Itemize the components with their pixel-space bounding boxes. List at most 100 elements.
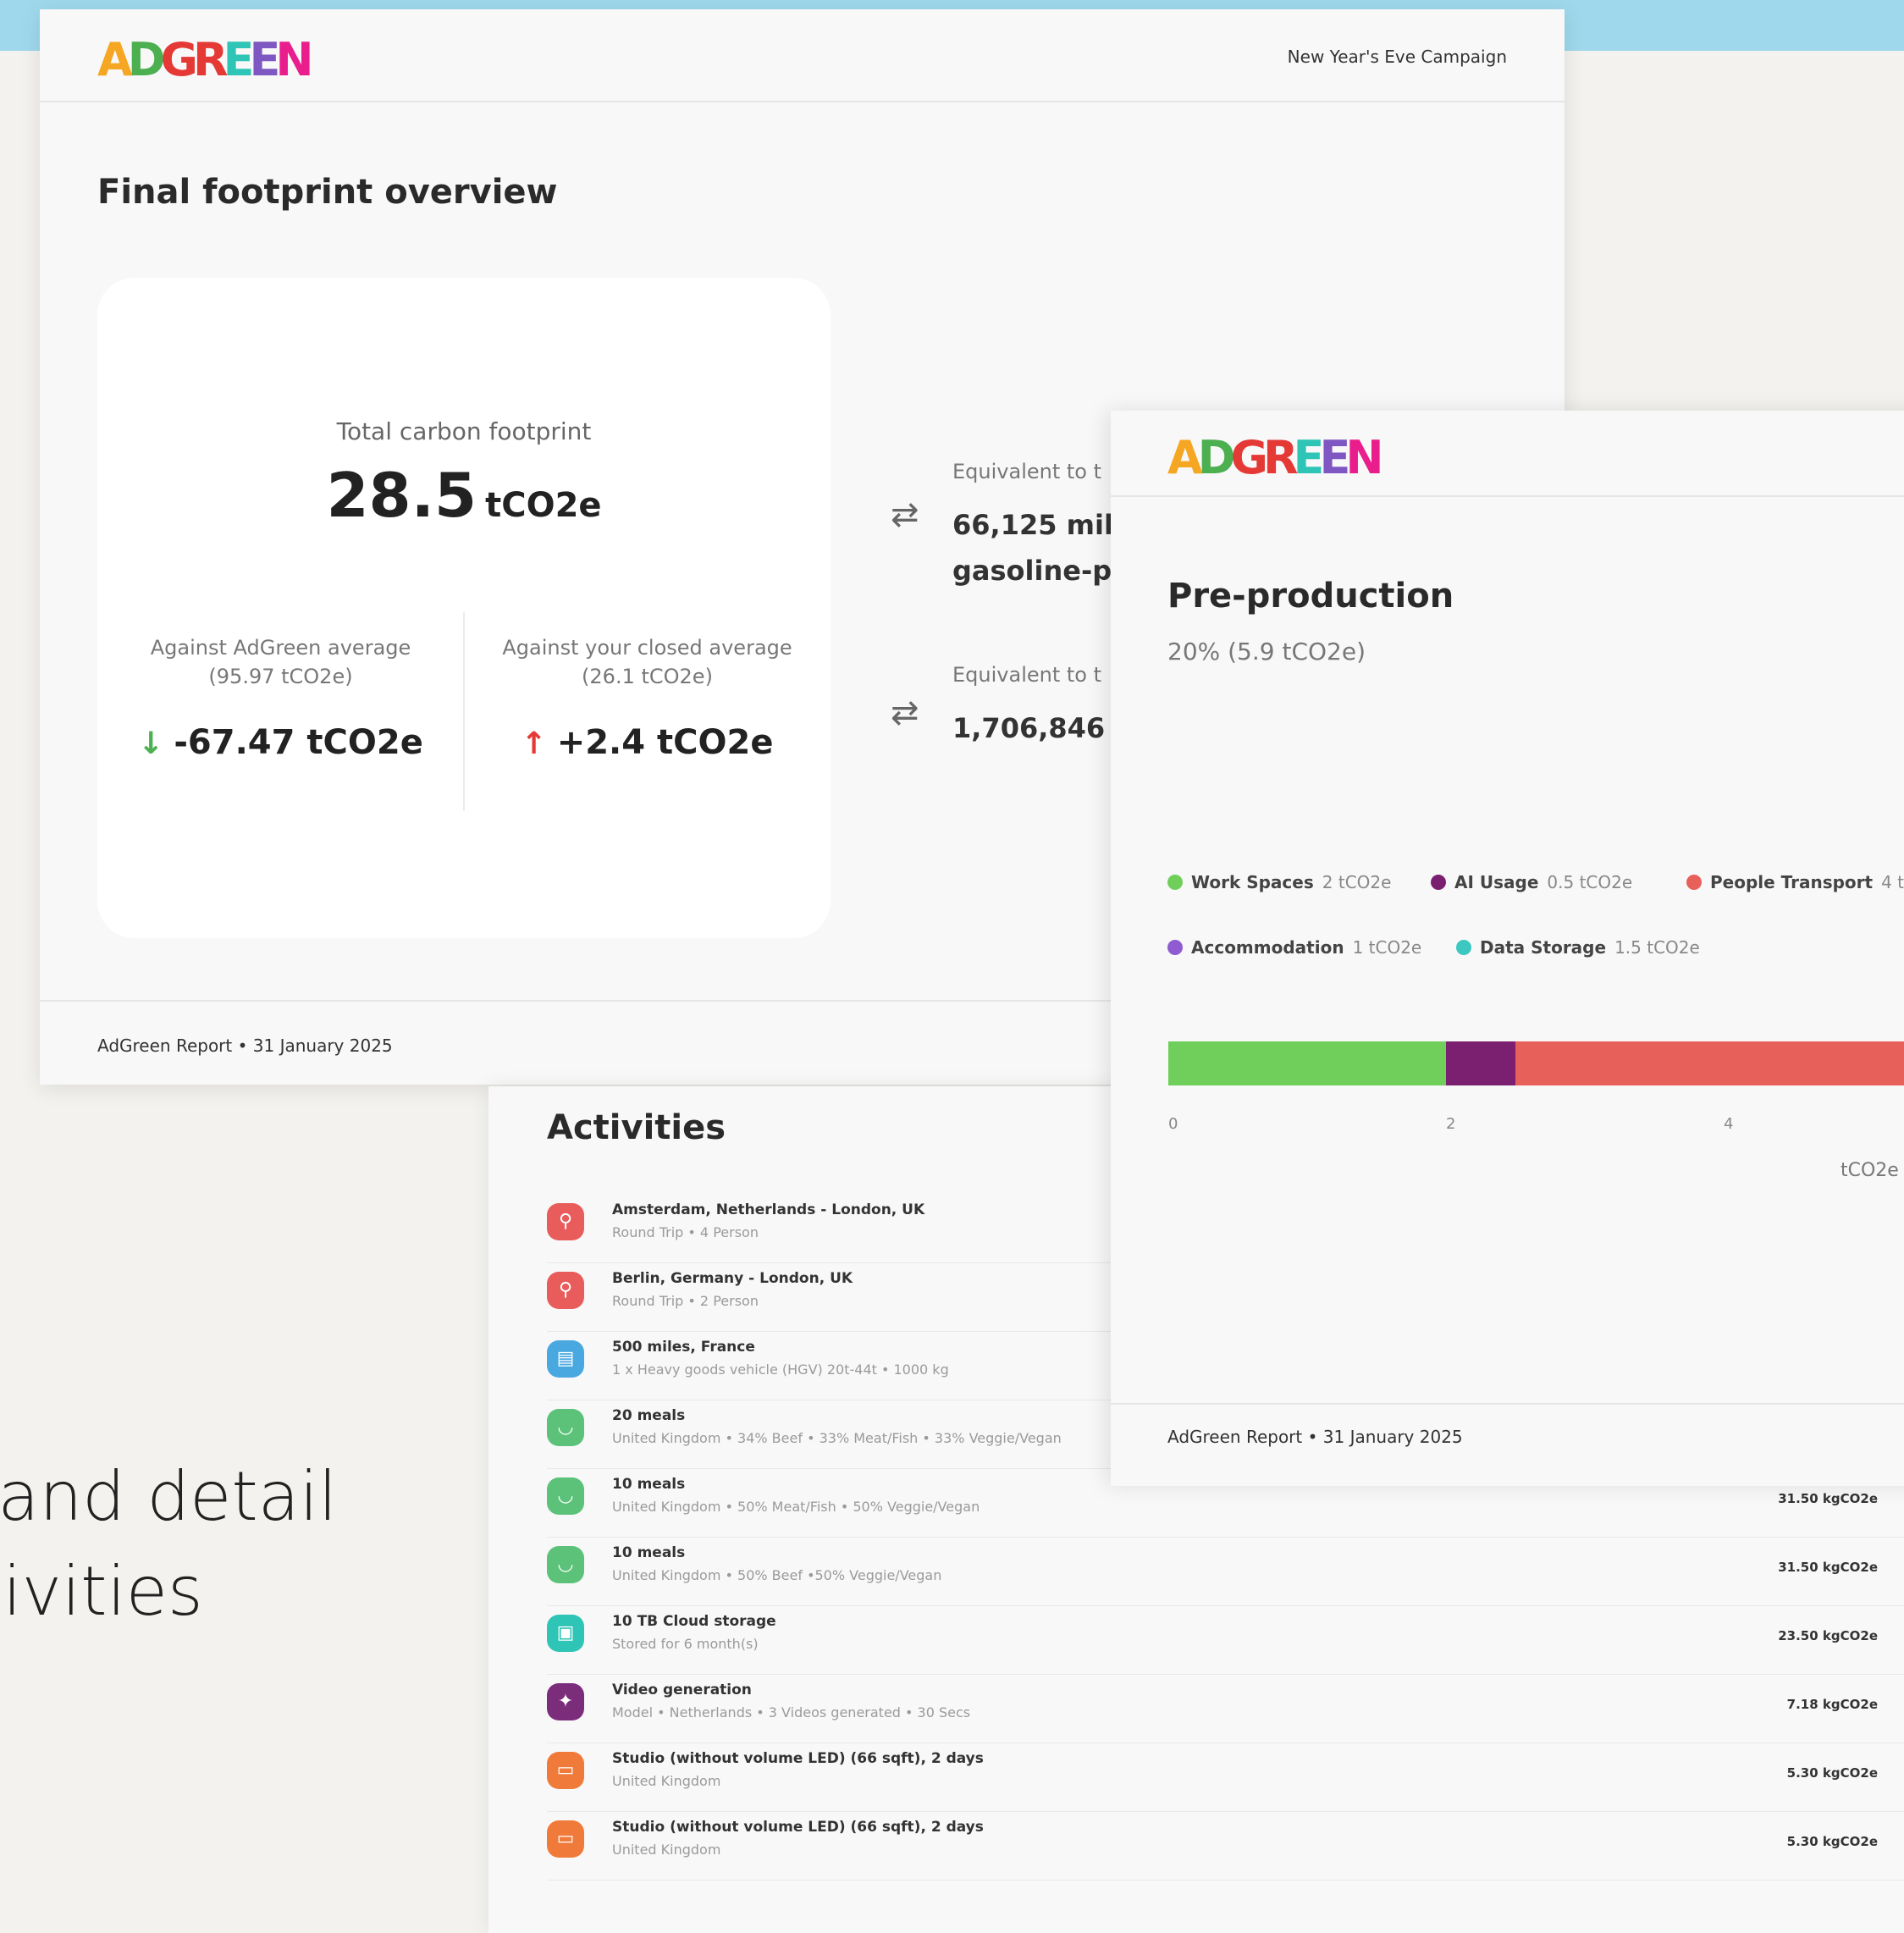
swap-arrows-icon: ⇄ (891, 693, 919, 732)
activity-details: Stored for 6 month(s) (612, 1636, 759, 1652)
activity-title: 10 meals (612, 1544, 686, 1561)
activity-details: Model • Netherlands • 3 Videos generated… (612, 1704, 971, 1720)
arrow-down-icon: ↓ (138, 726, 164, 761)
legend-name: People Transport (1710, 872, 1874, 892)
activity-emissions: 7.18 kgCO2e (1786, 1697, 1878, 1712)
activity-details: United Kingdom • 50% Meat/Fish • 50% Veg… (612, 1499, 980, 1515)
activity-row: ▭ Studio (without volume LED) (66 sqft), … (547, 1743, 1904, 1812)
activity-details: United Kingdom • 34% Beef • 33% Meat/Fis… (612, 1430, 1062, 1446)
total-footprint-unit: tCO2e (485, 486, 602, 525)
legend-name: AI Usage (1454, 872, 1539, 892)
comparison-value-text: -67.47 tCO2e (174, 723, 423, 762)
comparison-value: ↑ +2.4 tCO2e (464, 723, 831, 762)
legend-swatch (1431, 875, 1446, 890)
legend-value: 1.5 tCO2e (1614, 937, 1700, 958)
legend-value: 1 tCO2e (1352, 937, 1422, 958)
x-tick-label: 4 (1724, 1115, 1734, 1133)
logo-letter: D (1197, 431, 1236, 484)
total-footprint-card: Total carbon footprint 28.5 tCO2e Against… (97, 278, 831, 938)
activity-title: Video generation (612, 1682, 752, 1698)
legend-swatch (1167, 875, 1183, 890)
comparison-adgreen-average: Against AdGreen average (95.97 tCO2e) ↓ -… (97, 633, 464, 762)
logo-letter: A (97, 33, 133, 86)
comparison-value-text: +2.4 tCO2e (556, 723, 774, 762)
report-footer-text: AdGreen Report • 31 January 2025 (97, 1036, 393, 1056)
bar-segment-ai-usage (1446, 1041, 1515, 1085)
activity-row: ◡ 10 meals United Kingdom • 50% Beef •50% … (547, 1538, 1904, 1606)
logo-letter: N (275, 33, 313, 86)
adgreen-logo: ADGREEN (97, 33, 314, 86)
legend-swatch (1686, 875, 1702, 890)
tagline-line: and detail (0, 1457, 338, 1536)
activity-title: Studio (without volume LED) (66 sqft), 2… (612, 1750, 984, 1767)
ai-sparkle-icon: ✦ (547, 1683, 584, 1720)
legend-name: Data Storage (1480, 937, 1607, 958)
preproduction-report-page: ADGREEN Pre-production 20% (5.9 tCO2e) W… (1111, 411, 1904, 1486)
studio-camera-icon: ▭ (547, 1820, 584, 1858)
legend-swatch (1456, 940, 1471, 955)
activity-details: United Kingdom (612, 1842, 721, 1858)
report-header: ADGREEN (1111, 411, 1904, 497)
legend-item: Accommodation 1 tCO2e (1167, 937, 1421, 958)
section-title: Pre-production (1167, 577, 1454, 616)
report-footer-text: AdGreen Report • 31 January 2025 (1167, 1427, 1463, 1447)
freight-icon: ▤ (547, 1340, 584, 1378)
legend-name: Accommodation (1191, 937, 1344, 958)
equivalent-value-line: gasoline-p (952, 555, 1112, 587)
campaign-name: New Year's Eve Campaign (1287, 47, 1507, 67)
activity-title: Berlin, Germany - London, UK (612, 1270, 853, 1287)
activity-emissions: 31.50 kgCO2e (1778, 1560, 1878, 1575)
legend-value: 0.5 tCO2e (1547, 872, 1633, 892)
logo-letter: G (1230, 431, 1268, 484)
total-footprint-value: 28.5 tCO2e (97, 460, 831, 531)
logo-letter: E (1293, 431, 1325, 484)
section-share: 20% (5.9 tCO2e) (1167, 638, 1366, 666)
arrow-up-icon: ↑ (521, 726, 547, 761)
comparison-label-value: (26.1 tCO2e) (582, 665, 713, 688)
equivalent-label: Equivalent to t (952, 460, 1102, 483)
activity-details: United Kingdom (612, 1773, 721, 1789)
people-transport-icon: ⚲ (547, 1272, 584, 1309)
activity-row: ▭ Studio (without volume LED) (66 sqft), … (547, 1812, 1904, 1881)
legend-swatch (1167, 940, 1183, 955)
legend-item: AI Usage 0.5 tCO2e (1431, 872, 1632, 892)
swap-arrows-icon: ⇄ (891, 495, 919, 534)
report-header: ADGREEN New Year's Eve Campaign (40, 9, 1565, 102)
legend-value: 2 tCO2e (1322, 872, 1392, 892)
stacked-bar (1168, 1041, 1904, 1085)
adgreen-logo: ADGREEN (1167, 431, 1384, 484)
catering-icon: ◡ (547, 1477, 584, 1515)
page-title: Final footprint overview (97, 173, 558, 212)
activity-title: 500 miles, France (612, 1339, 755, 1356)
tagline-line: tivities (0, 1552, 203, 1631)
total-footprint-label: Total carbon footprint (336, 417, 592, 445)
catering-icon: ◡ (547, 1546, 584, 1583)
comparison-closed-average: Against your closed average (26.1 tCO2e)… (464, 633, 831, 762)
logo-letter: D (127, 33, 166, 86)
logo-letter: G (160, 33, 198, 86)
legend-item: People Transport 4 tC (1686, 872, 1904, 892)
activity-details: 1 x Heavy goods vehicle (HGV) 20t-44t • … (612, 1361, 949, 1378)
legend-name: Work Spaces (1191, 872, 1314, 892)
x-tick-label: 0 (1168, 1115, 1178, 1133)
legend-value: 4 tC (1881, 872, 1904, 892)
logo-letter: R (1262, 431, 1299, 484)
comparison-label-value: (95.97 tCO2e) (208, 665, 353, 688)
logo-letter: N (1345, 431, 1383, 484)
x-tick-label: 2 (1446, 1115, 1456, 1133)
equivalent-value-line: 66,125 mile (952, 509, 1132, 541)
activity-emissions: 23.50 kgCO2e (1778, 1628, 1878, 1643)
comparison-label: Against AdGreen average (150, 636, 411, 660)
equivalent-label: Equivalent to t (952, 663, 1102, 687)
legend-item: Data Storage 1.5 tCO2e (1456, 937, 1700, 958)
comparison-value: ↓ -67.47 tCO2e (97, 723, 464, 762)
logo-letter: R (192, 33, 229, 86)
catering-icon: ◡ (547, 1409, 584, 1446)
activity-title: 10 meals (612, 1476, 686, 1493)
people-transport-icon: ⚲ (547, 1203, 584, 1240)
comparison-label: Against your closed average (502, 636, 792, 660)
bar-segment-work-spaces (1168, 1041, 1446, 1085)
logo-letter: E (1319, 431, 1350, 484)
logo-letter: E (249, 33, 280, 86)
activity-details: Round Trip • 2 Person (612, 1293, 759, 1309)
